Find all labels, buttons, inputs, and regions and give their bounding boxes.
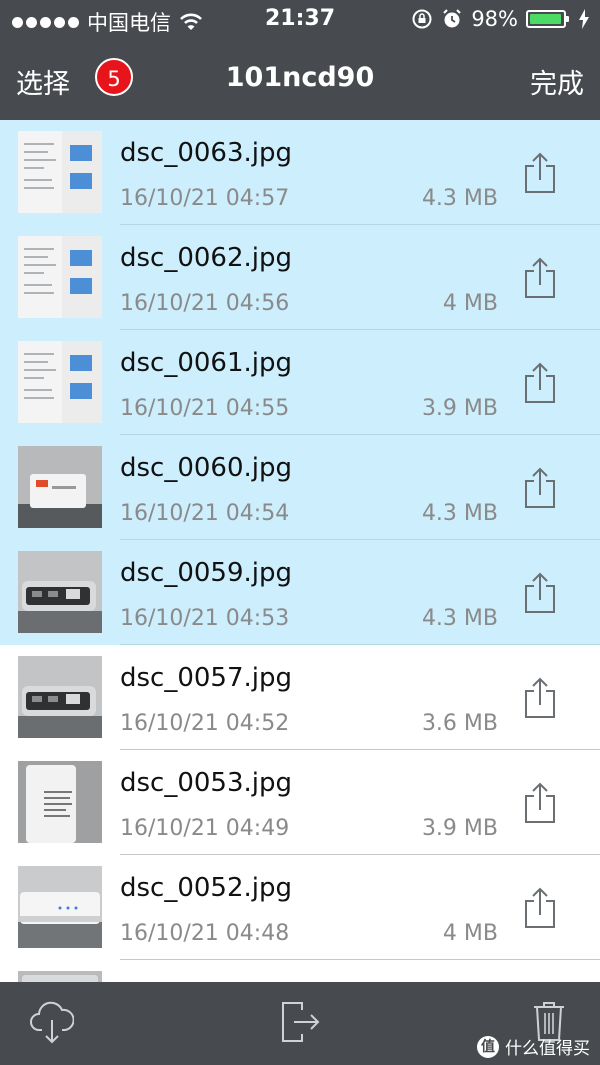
file-thumbnail [18,656,102,738]
share-icon[interactable] [522,572,558,614]
file-size: 4 MB [442,291,498,316]
page-title: 101ncd90 [225,62,375,93]
export-icon[interactable] [280,1000,322,1044]
file-list[interactable]: dsc_0063.jpg 16/10/21 04:57 4.3 MB dsc_0062… [0,120,600,982]
file-row[interactable]: dsc_0060.jpg 16/10/21 04:54 4.3 MB [0,435,600,540]
file-name: dsc_0060.jpg [120,453,293,483]
file-name: dsc_0059.jpg [120,558,293,588]
file-date: 16/10/21 04:57 [120,186,290,211]
file-row[interactable]: dsc_0059.jpg 16/10/21 04:53 4.3 MB [0,540,600,645]
file-thumbnail [18,341,102,423]
nav-bar: 选择 5 101ncd90 完成 [0,40,600,120]
file-name: dsc_0062.jpg [120,243,293,273]
status-right: 98% [411,7,590,31]
file-thumbnail [18,131,102,213]
rotation-lock-icon [412,9,432,29]
done-button[interactable]: 完成 [530,62,584,101]
share-icon[interactable] [522,467,558,509]
file-name: dsc_0052.jpg [120,873,293,903]
file-thumbnail [18,971,102,982]
file-row[interactable]: dsc_0052.jpg 16/10/21 04:48 4 MB [0,855,600,960]
file-name: dsc_0057.jpg [120,663,293,693]
file-date: 16/10/21 04:54 [120,501,290,526]
file-size: 3.9 MB [421,816,498,841]
charging-bolt-icon [579,9,589,29]
file-thumbnail [18,866,102,948]
file-size: 4 MB [442,921,498,946]
file-name: dsc_0063.jpg [120,138,293,168]
file-row[interactable]: dsc_0061.jpg 16/10/21 04:55 3.9 MB [0,330,600,435]
header: 中国电信 21:37 98% 选择 5 101ncd90 完成 [0,0,600,120]
file-date: 16/10/21 04:53 [120,606,290,631]
file-thumbnail [18,446,102,528]
file-size: 4.3 MB [421,501,498,526]
file-thumbnail [18,236,102,318]
file-row[interactable]: dsc_0057.jpg 16/10/21 04:52 3.6 MB [0,645,600,750]
alarm-icon [443,9,462,28]
file-size: 3.6 MB [421,711,498,736]
file-size: 3.9 MB [421,396,498,421]
file-row[interactable] [0,960,600,982]
share-icon[interactable] [522,782,558,824]
share-icon[interactable] [522,887,558,929]
file-row[interactable]: dsc_0063.jpg 16/10/21 04:57 4.3 MB [0,120,600,225]
file-name: dsc_0053.jpg [120,768,293,798]
file-thumbnail [18,551,102,633]
file-row[interactable]: dsc_0062.jpg 16/10/21 04:56 4 MB [0,225,600,330]
cloud-download-icon[interactable] [30,1000,74,1046]
watermark-logo: 值 [477,1035,499,1058]
bottom-toolbar: 值 什么值得买 [0,982,600,1065]
watermark-text: 什么值得买 [505,1039,590,1059]
battery-icon [526,10,569,28]
file-name: dsc_0061.jpg [120,348,293,378]
file-size: 4.3 MB [421,606,498,631]
file-thumbnail [18,761,102,843]
share-icon[interactable] [522,362,558,404]
watermark: 值 什么值得买 [477,1034,590,1059]
share-icon[interactable] [522,152,558,194]
file-date: 16/10/21 04:48 [120,921,290,946]
file-size: 4.3 MB [421,186,498,211]
file-date: 16/10/21 04:56 [120,291,290,316]
share-icon[interactable] [522,257,558,299]
file-date: 16/10/21 04:52 [120,711,290,736]
status-bar: 中国电信 21:37 98% [0,0,600,40]
file-row[interactable]: dsc_0053.jpg 16/10/21 04:49 3.9 MB [0,750,600,855]
file-date: 16/10/21 04:55 [120,396,290,421]
battery-percent: 98% [471,7,518,31]
file-date: 16/10/21 04:49 [120,816,290,841]
share-icon[interactable] [522,677,558,719]
